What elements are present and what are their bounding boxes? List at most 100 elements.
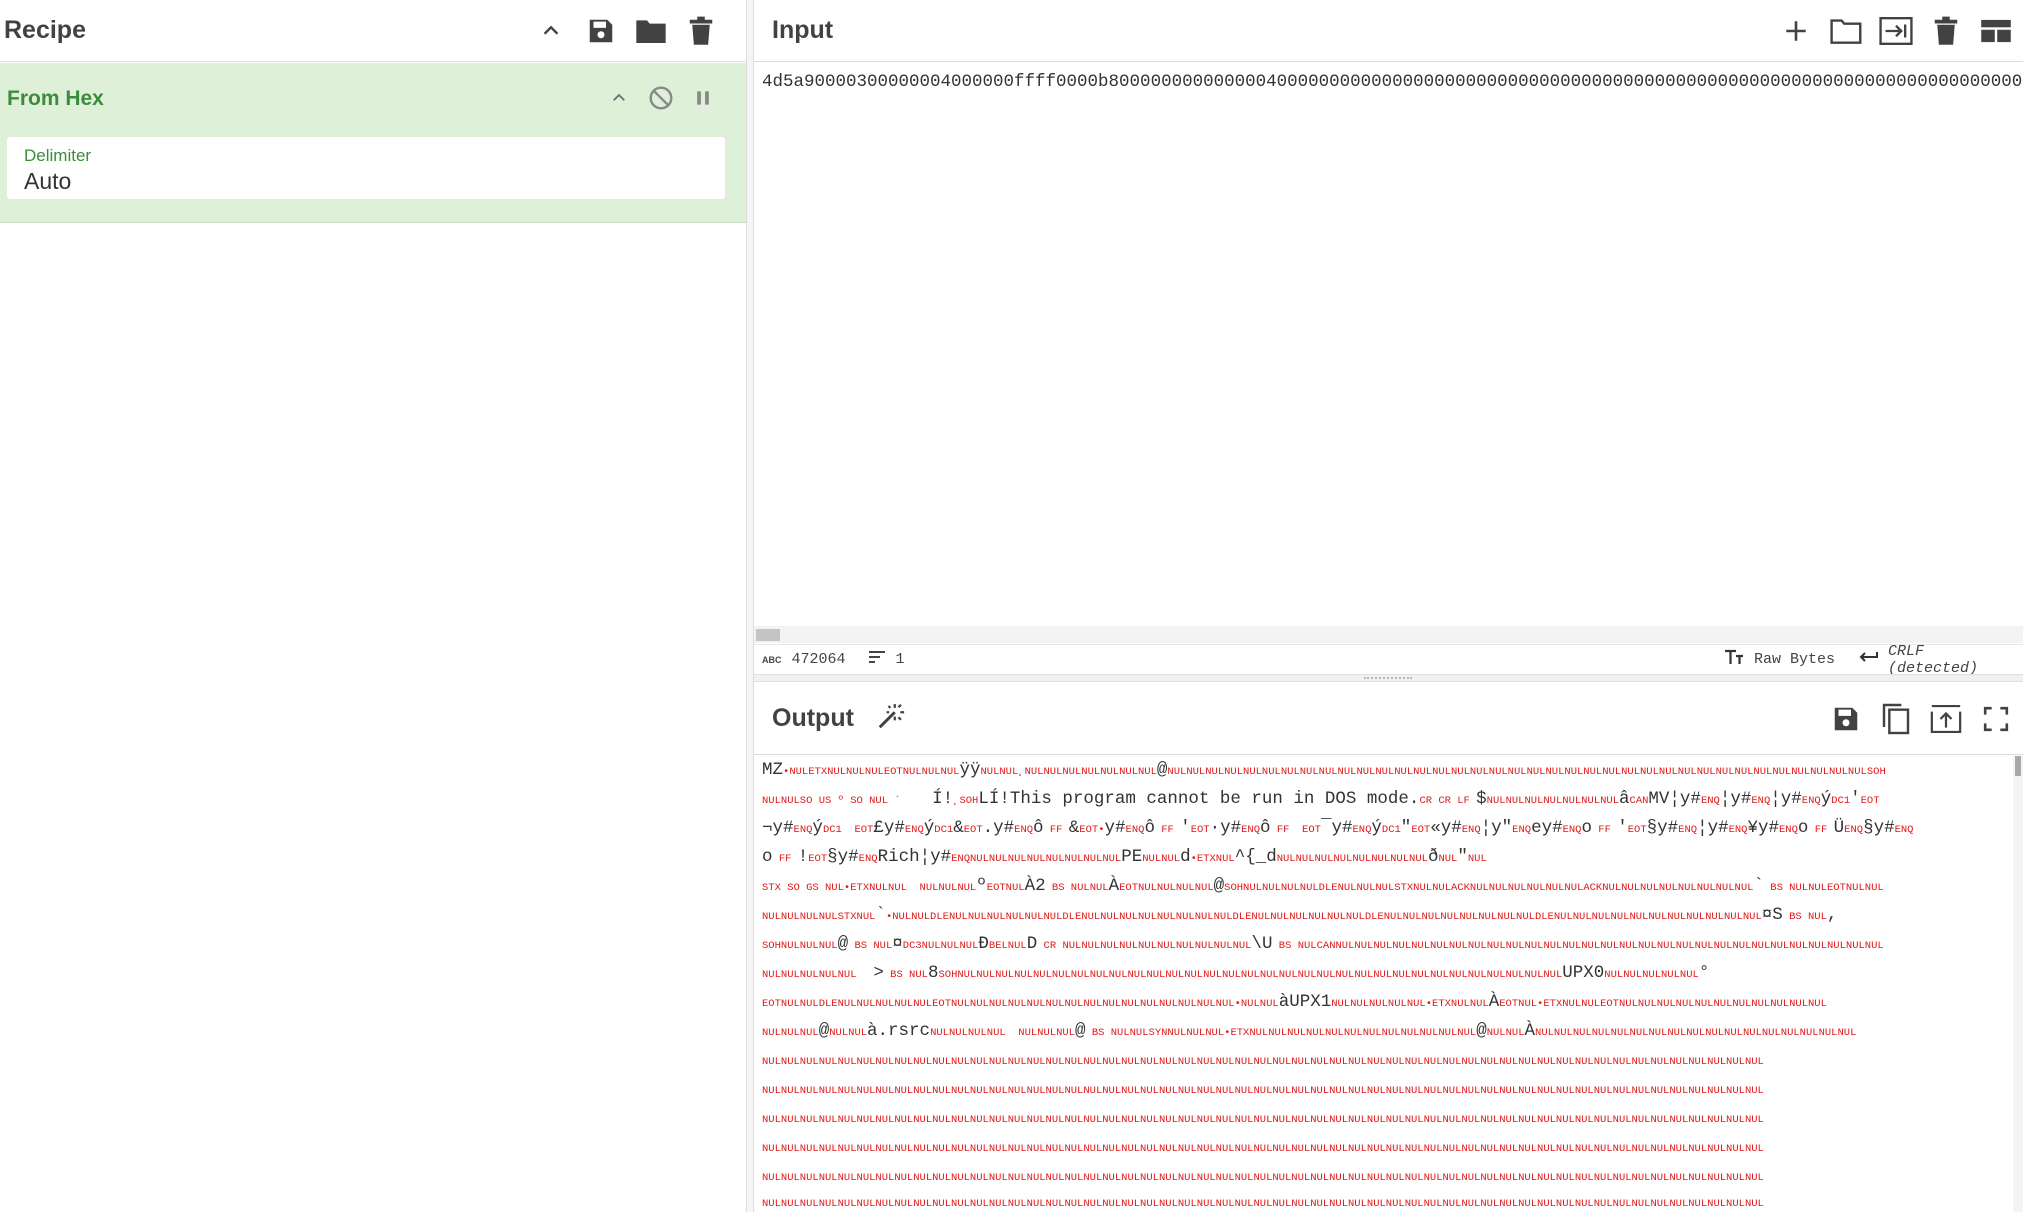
output-text-run: @ [1476, 1021, 1487, 1041]
output-text-run: " [1457, 847, 1468, 867]
output-text-run: §y# [827, 847, 859, 867]
control-char-glyph: BS NUL [883, 969, 928, 981]
output-line: NULNULNULNULNULNULNULNULNULNULNULNULNULN… [762, 1162, 2002, 1191]
output-text-run: À [1488, 992, 1500, 1012]
control-char-glyph: STX SO GS NUL•ETXNULNUL NULNULNUL [762, 882, 977, 894]
copy-icon[interactable] [1871, 694, 1921, 744]
output-text-run: Ð [978, 934, 989, 954]
chevron-up-icon[interactable] [598, 77, 640, 119]
output-text-run: À [1108, 876, 1120, 896]
maximize-icon[interactable] [1971, 694, 2021, 744]
output-text-run: \U [1251, 934, 1273, 954]
folder-icon[interactable] [1821, 6, 1871, 56]
save-icon[interactable] [576, 6, 626, 56]
output-line: MZ•NULETXNULNULNULEOTNULNULNULÿÿNULNUL¸N… [762, 756, 2002, 785]
delimiter-field[interactable]: Delimiter Auto [7, 137, 725, 199]
eol-selector[interactable]: CRLF (detected) [1858, 643, 2023, 677]
output-vertical-scrollbar[interactable] [2013, 756, 2023, 1212]
replace-input-icon[interactable] [1921, 694, 1971, 744]
control-char-glyph: FF [1808, 824, 1834, 836]
eol-label[interactable]: CRLF (detected) [1888, 643, 2023, 677]
output-text-run: ° [1698, 963, 1710, 983]
output-text-run: ¤S [1761, 905, 1783, 925]
output-text-run: À [1524, 1021, 1536, 1041]
io-splitter[interactable] [754, 674, 2023, 682]
text-size-icon [1724, 649, 1744, 670]
control-char-glyph: DC1 EOT [822, 824, 874, 836]
splitter-grip[interactable] [1364, 677, 1412, 679]
control-char-glyph: ENQ [1512, 824, 1532, 836]
control-char-glyph: ENQ [1700, 795, 1720, 807]
control-char-glyph: NULNUL¸NULNULNULNULNULNULNUL [980, 766, 1157, 778]
control-char-glyph: BS NULNUL [1045, 882, 1109, 894]
control-char-glyph: ENQ [1125, 824, 1145, 836]
delimiter-value[interactable]: Auto [24, 168, 71, 195]
encoding-selector[interactable]: Raw Bytes [1724, 649, 1835, 670]
layout-icon[interactable] [1971, 6, 2021, 56]
control-char-glyph: EOT• [1079, 824, 1105, 836]
output-text-run: ey# [1531, 818, 1563, 838]
output-text-run: , [1826, 905, 1838, 925]
output-text-run: Rich¦y# [877, 847, 952, 867]
control-char-glyph: FF [772, 853, 798, 865]
pane-divider[interactable] [746, 0, 754, 1212]
output-text-run: ý [923, 818, 935, 838]
output-text-run: o [762, 847, 773, 867]
input-title: Input [772, 16, 834, 44]
output-line: NULNULNULNULSTXNUL`•NULNULDLENULNULNULNU… [762, 901, 2002, 930]
input-horizontal-scrollbar[interactable] [754, 626, 2023, 643]
control-char-glyph: ENQ [1241, 824, 1261, 836]
operation-title[interactable]: From Hex [7, 87, 104, 111]
input-icon[interactable] [1871, 6, 1921, 56]
input-textarea[interactable]: 4d5a90000300000004000000ffff0000b8000000… [762, 72, 2023, 102]
output-text-run: @ [1156, 760, 1168, 780]
trash-icon[interactable] [1921, 6, 1971, 56]
magic-wand-icon[interactable] [876, 701, 906, 736]
control-char-glyph: EOT [1627, 824, 1647, 836]
save-icon[interactable] [1821, 694, 1871, 744]
recipe-header: Recipe [0, 0, 746, 62]
chevron-up-icon[interactable] [526, 6, 576, 56]
output-text-run: ô [1260, 818, 1271, 838]
scrollbar-thumb[interactable] [756, 629, 780, 641]
control-char-glyph: ENQ [1894, 824, 1914, 836]
control-char-glyph: NULNULNULNULSTXNUL [762, 911, 876, 923]
plus-icon[interactable] [1771, 6, 1821, 56]
output-line: NULNULSO US º SO NUL ´ Í!¸SOHLÍ!This pro… [762, 785, 2002, 814]
output-text-run: º [976, 876, 987, 896]
output-text-run: d [1180, 847, 1191, 867]
length-stat: ABC 472064 [762, 651, 846, 668]
control-char-glyph: SOHNULNULNUL [762, 940, 838, 952]
output-line: SOHNULNULNUL@ BS NUL¤DC3NULNULNULÐBELNUL… [762, 930, 2002, 959]
output-text-run: Í! [900, 789, 954, 809]
control-char-glyph: ENQ [1461, 824, 1481, 836]
output-text-run: ý [812, 818, 823, 838]
control-char-glyph: NULNULNULNULNULNULNULNULNULNULNULNULNULN… [762, 1172, 1764, 1184]
output-text[interactable]: MZ•NULETXNULNULNULEOTNULNULNULÿÿNULNUL¸N… [754, 756, 2023, 1212]
input-status-bar: ABC 472064 1 Raw Bytes CRLF (detected) [754, 643, 2023, 677]
control-char-glyph: NULNUL [1486, 1027, 1525, 1039]
output-text-run: .y# [982, 818, 1015, 838]
pause-icon[interactable] [682, 77, 724, 119]
control-char-glyph: FF [1043, 824, 1069, 836]
encoding-label[interactable]: Raw Bytes [1754, 651, 1835, 668]
control-char-glyph: ENQ [1844, 824, 1864, 836]
control-char-glyph: ENQ [1562, 824, 1582, 836]
output-text-run: àUPX1 [1278, 992, 1332, 1012]
control-char-glyph: DC1 [934, 824, 954, 836]
output-text-run: ` [875, 905, 886, 925]
disable-icon[interactable] [640, 77, 682, 119]
output-text-run: â [1619, 789, 1630, 809]
control-char-glyph: EOT [963, 824, 983, 836]
control-char-glyph: BS NULNULSYNNULNULNUL•ETXNULNULNULNULNUL… [1085, 1027, 1477, 1039]
control-char-glyph: SOHNULNULNULNULNULNULNULNULNULNULNULNULN… [938, 969, 1563, 981]
trash-icon[interactable] [676, 6, 726, 56]
output-line: o FF !EOT§y#ENQRich¦y#ENQNULNULNULNULNUL… [762, 843, 2002, 872]
output-line: NULNULNULNULNULNULNULNULNULNULNULNULNULN… [762, 1188, 2002, 1212]
folder-icon[interactable] [626, 6, 676, 56]
output-text-run: o [1581, 818, 1592, 838]
output-line: NULNULNULNULNULNULNULNULNULNULNULNULNULN… [762, 1104, 2002, 1133]
output-text-run: @ [1075, 1021, 1086, 1041]
control-char-glyph: NULNULNULNULNULNULNULNULNULNULNULNULNULN… [762, 1198, 1764, 1210]
scrollbar-thumb[interactable] [2015, 756, 2021, 776]
